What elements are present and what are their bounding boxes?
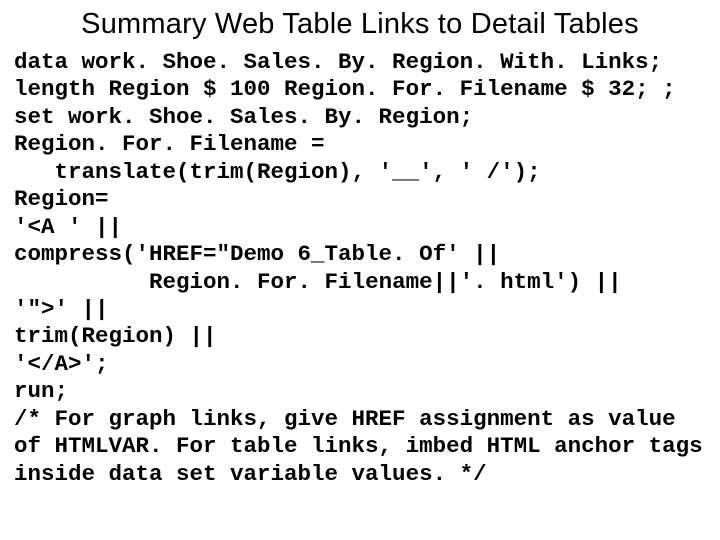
code-block: data work. Shoe. Sales. By. Region. With… (14, 49, 706, 488)
slide: Summary Web Table Links to Detail Tables… (0, 0, 720, 540)
slide-title: Summary Web Table Links to Detail Tables (14, 8, 706, 41)
